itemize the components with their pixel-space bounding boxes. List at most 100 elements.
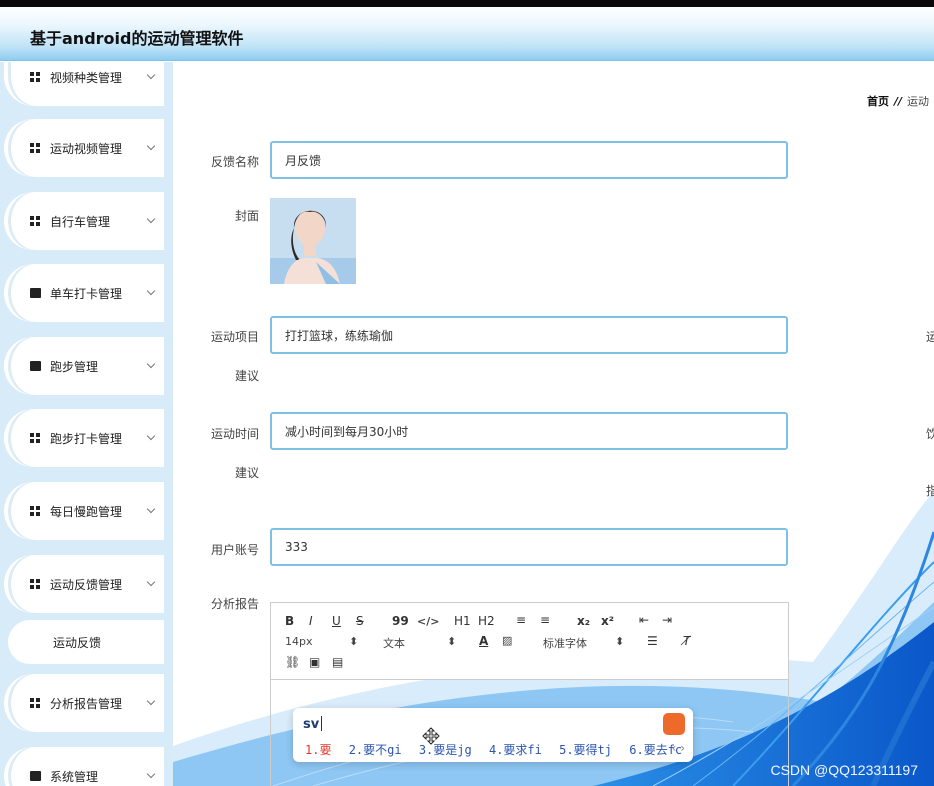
sidebar-item-daily-jog[interactable]: 每日慢跑管理: [4, 482, 164, 540]
watermark: CSDN @QQ123311197: [770, 762, 918, 778]
font-family-select[interactable]: 标准字体: [543, 635, 587, 651]
sport-project-label-2: 建议: [234, 369, 259, 383]
sport-time-value: 减小时间到每月30小时: [285, 424, 409, 439]
superscript-button[interactable]: x²: [601, 614, 614, 628]
user-account-input[interactable]: 333: [270, 528, 788, 566]
chevron-down-icon: [146, 431, 156, 441]
link-icon[interactable]: ⛓: [285, 655, 300, 669]
clipboard-icon: [30, 361, 41, 371]
outdent-button[interactable]: ⇤: [639, 613, 649, 627]
sidebar-item-bike-checkin[interactable]: 单车打卡管理: [4, 264, 164, 322]
chevron-down-icon: [146, 70, 156, 80]
ime-composition: sv: [303, 717, 320, 732]
font-color-icon[interactable]: A: [479, 634, 488, 648]
app-title: 基于android的运动管理软件: [30, 29, 244, 48]
sport-time-label-2: 建议: [234, 466, 259, 480]
header2-button[interactable]: H2: [478, 614, 495, 628]
text-caret: [321, 716, 322, 731]
right-field-label-cut: 指: [926, 484, 934, 498]
subscript-button[interactable]: x₂: [577, 614, 590, 628]
user-account-label: 用户账号: [210, 543, 259, 557]
sidebar-item-analysis-report[interactable]: 分析报告管理: [4, 674, 164, 732]
app-header: 基于android的运动管理软件: [0, 7, 934, 61]
right-field-label-cut: 饮: [926, 427, 934, 441]
sport-time-label: 运动时间: [210, 427, 259, 441]
background-color-icon[interactable]: ▨: [502, 634, 512, 647]
chevron-down-icon: [146, 214, 156, 224]
clear-format-icon[interactable]: T̸: [683, 634, 690, 648]
sport-project-value: 打打篮球，练练瑜伽: [285, 328, 394, 343]
sidebar-item-sport-feedback[interactable]: 运动反馈管理: [4, 555, 164, 613]
chevron-down-icon: [146, 359, 156, 369]
cover-image[interactable]: [270, 198, 356, 284]
sport-time-input[interactable]: 减小时间到每月30小时: [270, 412, 788, 450]
feedback-name-input[interactable]: 月反馈: [270, 141, 788, 179]
breadcrumb: 首页 // 运动: [867, 93, 929, 109]
underline-button[interactable]: U: [332, 614, 341, 628]
sidebar-item-label: 分析报告管理: [50, 696, 123, 711]
move-cursor-icon: [422, 727, 440, 745]
user-account-value: 333: [285, 540, 308, 554]
breadcrumb-separator: //: [894, 95, 903, 108]
sidebar-item-label: 跑步管理: [50, 359, 99, 374]
briefcase-icon: [30, 771, 41, 781]
grid-icon: [30, 433, 41, 443]
sidebar-item-sport-video[interactable]: 运动视频管理: [4, 119, 164, 177]
ordered-list-button[interactable]: ≡: [516, 613, 526, 627]
chevron-down-icon: [146, 577, 156, 587]
sidebar-item-label: 视频种类管理: [50, 70, 123, 85]
select-arrows-icon: ⬍: [349, 635, 359, 648]
sidebar-item-bicycle[interactable]: 自行车管理: [4, 192, 164, 250]
grid-icon: [30, 698, 41, 708]
analysis-report-label: 分析报告: [210, 597, 259, 611]
sidebar-item-label: 系统管理: [50, 769, 99, 784]
font-size-select[interactable]: 14px: [285, 635, 313, 648]
ime-logo-icon: [663, 713, 685, 735]
chevron-down-icon: [146, 696, 156, 706]
italic-button[interactable]: I: [309, 614, 313, 628]
sidebar-item-label: 运动视频管理: [50, 141, 123, 156]
breadcrumb-current: 运动: [907, 95, 930, 108]
strike-button[interactable]: S: [356, 614, 364, 628]
code-block-button[interactable]: </>: [417, 615, 439, 628]
sidebar-item-run-checkin[interactable]: 跑步打卡管理: [4, 409, 164, 467]
video-icon[interactable]: ▤: [332, 655, 343, 669]
ime-candidate[interactable]: 3.要是jg: [419, 743, 472, 757]
sidebar-item-running[interactable]: 跑步管理: [4, 337, 164, 395]
header1-button[interactable]: H1: [454, 614, 471, 628]
ime-page-arrows-icon[interactable]: ‹ ›: [672, 741, 685, 755]
indent-button[interactable]: ⇥: [662, 613, 672, 627]
bullet-list-button[interactable]: ≡: [540, 613, 550, 627]
select-arrows-icon: ⬍: [447, 635, 457, 648]
sidebar-item-system[interactable]: 系统管理: [4, 747, 164, 786]
ime-candidate[interactable]: 2.要不gi: [349, 743, 402, 757]
ime-candidate[interactable]: 4.要求fi: [489, 743, 542, 757]
chevron-down-icon: [146, 141, 156, 151]
grid-icon: [30, 216, 41, 226]
grid-icon: [30, 72, 41, 82]
chevron-down-icon: [146, 504, 156, 514]
ime-candidate-window: sv 1.要 2.要不gi 3.要是jg 4.要求fi 5.要得tj 6.要去f…: [293, 708, 693, 762]
breadcrumb-home[interactable]: 首页: [867, 95, 889, 108]
ime-candidate[interactable]: 5.要得tj: [559, 743, 612, 757]
bold-button[interactable]: B: [285, 614, 294, 628]
sport-project-input[interactable]: 打打篮球，练练瑜伽: [270, 316, 788, 354]
sidebar-subitem-sport-feedback[interactable]: 运动反馈: [8, 620, 164, 664]
sidebar-item-label: 自行车管理: [50, 214, 111, 229]
sidebar-item-label: 每日慢跑管理: [50, 504, 123, 519]
ime-candidate[interactable]: 1.要: [305, 743, 331, 757]
align-icon[interactable]: ☰: [647, 634, 658, 648]
cover-label: 封面: [234, 209, 259, 223]
image-icon[interactable]: ▣: [309, 655, 320, 669]
text-type-select[interactable]: 文本: [383, 635, 405, 651]
sidebar-item-video-category[interactable]: 视频种类管理: [4, 62, 164, 106]
chevron-down-icon: [146, 769, 156, 779]
grid-icon: [30, 143, 41, 153]
feedback-name-value: 月反馈: [285, 153, 322, 168]
right-field-label-cut: 运: [926, 330, 934, 344]
grid-icon: [30, 506, 41, 516]
select-arrows-icon: ⬍: [615, 635, 625, 648]
main-content: 首页 // 运动 反馈名称 月反馈 封面 运动项目 建议 打打篮球，练练瑜伽 运动时…: [173, 62, 934, 786]
blockquote-button[interactable]: 99: [392, 614, 409, 628]
briefcase-icon: [30, 288, 41, 298]
